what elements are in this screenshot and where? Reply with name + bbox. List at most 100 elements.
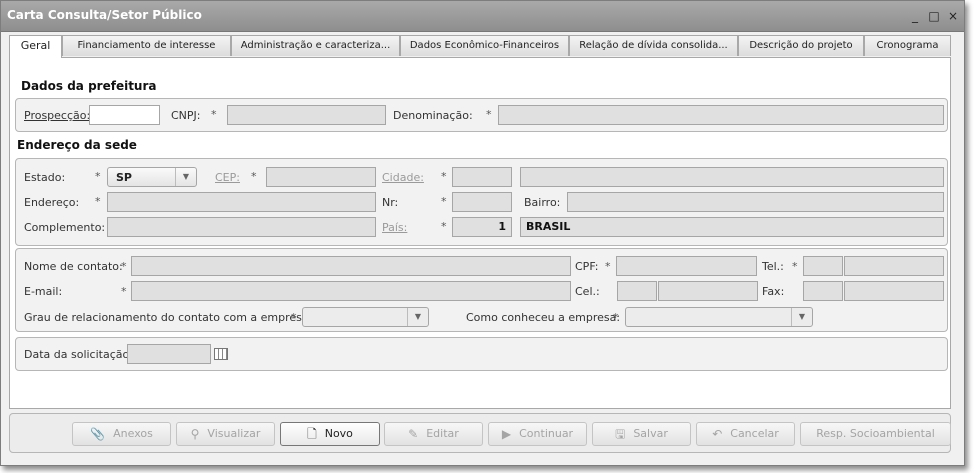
tel-label: Tel.: — [762, 260, 784, 273]
pais-label[interactable]: País: — [382, 221, 407, 234]
resp-socioambiental-button[interactable]: Resp. Socioambiental — [800, 422, 951, 446]
section-title-prefeitura: Dados da prefeitura — [21, 79, 157, 93]
continuar-label: Continuar — [519, 427, 574, 440]
bairro-label: Bairro: — [524, 196, 561, 209]
endereco-field[interactable] — [107, 192, 376, 212]
salvar-label: Salvar — [633, 427, 668, 440]
tab-descricao-projeto[interactable]: Descrição do projeto — [738, 35, 864, 56]
pais-required-mark: * — [441, 220, 447, 233]
pais-code-field[interactable]: 1 — [452, 217, 512, 237]
nome-contato-label: Nome de contato: — [24, 260, 123, 273]
anexos-label: Anexos — [113, 427, 153, 440]
data-solicitacao-label: Data da solicitação: — [24, 348, 133, 361]
tab-relacao-divida[interactable]: Relação de dívida consolida... — [569, 35, 738, 56]
tab-geral[interactable]: Geral — [9, 35, 62, 58]
window-title: Carta Consulta/Setor Público — [7, 8, 202, 22]
como-conheceu-select[interactable]: ▼ — [625, 307, 813, 327]
pais-name-field[interactable]: BRASIL — [520, 217, 944, 237]
cep-field[interactable] — [266, 167, 376, 187]
grau-relacionamento-select[interactable]: ▼ — [302, 307, 429, 327]
cel-label: Cel.: — [575, 285, 600, 298]
anexos-button[interactable]: 📎 Anexos — [72, 422, 171, 446]
contato-group: Nome de contato: * CPF: * Tel.: * E-mail… — [15, 248, 948, 332]
prospeccao-input[interactable] — [89, 105, 160, 125]
complemento-field[interactable] — [107, 217, 376, 237]
cel-number-field[interactable] — [658, 281, 758, 301]
pencil-icon: ✎ — [408, 427, 419, 441]
como-conheceu-required-mark: * — [613, 311, 619, 324]
fax-number-field[interactable] — [844, 281, 944, 301]
continuar-button[interactable]: ▶ Continuar — [488, 422, 587, 446]
resp-socioambiental-label: Resp. Socioambiental — [816, 427, 935, 440]
denominacao-required-mark: * — [486, 108, 492, 121]
denominacao-field[interactable] — [498, 105, 944, 125]
novo-button[interactable]: 🗋 Novo — [280, 422, 380, 446]
editar-label: Editar — [426, 427, 459, 440]
prospeccao-label[interactable]: Prospecção: — [24, 109, 90, 122]
calendar-icon[interactable] — [214, 348, 228, 360]
close-icon[interactable]: × — [946, 9, 960, 23]
endereco-required-mark: * — [95, 195, 101, 208]
solicitacao-group: Data da solicitação: — [15, 337, 948, 371]
carta-consulta-window: Carta Consulta/Setor Público _ □ × Geral… — [0, 0, 965, 466]
nome-contato-required-mark: * — [121, 260, 127, 273]
cep-label[interactable]: CEP: — [215, 171, 240, 184]
cnpj-required-mark: * — [211, 108, 217, 121]
tab-bar: Geral Financiamento de interesse Adminis… — [9, 35, 951, 58]
tab-administracao[interactable]: Administração e caracteriza... — [231, 35, 400, 56]
nr-required-mark: * — [441, 195, 447, 208]
grau-relacionamento-label: Grau de relacionamento do contato com a … — [24, 311, 313, 324]
minimize-icon[interactable]: _ — [908, 9, 922, 23]
cep-required-mark: * — [251, 170, 257, 183]
cidade-code-field[interactable] — [452, 167, 512, 187]
floppy-disk-icon: 🖫 — [615, 427, 626, 441]
tab-dados-economico[interactable]: Dados Econômico-Financeiros — [400, 35, 569, 56]
cnpj-field[interactable] — [227, 105, 386, 125]
bairro-field[interactable] — [567, 192, 944, 212]
salvar-button[interactable]: 🖫 Salvar — [592, 422, 691, 446]
estado-required-mark: * — [95, 170, 101, 183]
new-document-icon: 🗋 — [307, 427, 317, 441]
maximize-icon[interactable]: □ — [927, 9, 941, 23]
tab-cronograma[interactable]: Cronograma — [864, 35, 951, 56]
geral-panel: Dados da prefeitura Prospecção: CNPJ: * … — [9, 57, 951, 409]
tab-financiamento[interactable]: Financiamento de interesse — [62, 35, 231, 56]
cel-ddd-field[interactable] — [617, 281, 657, 301]
endereco-label: Endereço: — [24, 196, 80, 209]
denominacao-label: Denominação: — [393, 109, 473, 122]
cancelar-label: Cancelar — [730, 427, 779, 440]
cancelar-button[interactable]: ↶ Cancelar — [696, 422, 795, 446]
estado-select[interactable]: SP ▼ — [107, 167, 197, 187]
nr-label: Nr: — [382, 196, 399, 209]
complemento-label: Complemento: — [24, 221, 106, 234]
magnifier-icon: ⚲ — [190, 427, 200, 441]
visualizar-button[interactable]: ⚲ Visualizar — [176, 422, 275, 446]
action-bar: 📎 Anexos ⚲ Visualizar 🗋 Novo ✎ Editar ▶ Conti… — [9, 413, 951, 453]
nr-field[interactable] — [452, 192, 512, 212]
grau-required-mark: * — [291, 311, 297, 324]
tel-ddd-field[interactable] — [803, 256, 843, 276]
cidade-required-mark: * — [441, 170, 447, 183]
fax-ddd-field[interactable] — [803, 281, 843, 301]
chevron-down-icon: ▼ — [407, 308, 428, 326]
section-title-endereco: Endereço da sede — [17, 138, 137, 152]
cidade-name-field[interactable] — [520, 167, 944, 187]
email-required-mark: * — [121, 285, 127, 298]
cpf-required-mark: * — [605, 260, 611, 273]
email-field[interactable] — [131, 281, 571, 301]
tel-required-mark: * — [792, 260, 798, 273]
paperclip-icon: 📎 — [90, 427, 106, 441]
cidade-label[interactable]: Cidade: — [382, 171, 424, 184]
email-label: E-mail: — [24, 285, 63, 298]
nome-contato-field[interactable] — [131, 256, 571, 276]
tel-number-field[interactable] — [844, 256, 944, 276]
fax-label: Fax: — [762, 285, 785, 298]
estado-label: Estado: — [24, 171, 66, 184]
cpf-field[interactable] — [616, 256, 757, 276]
prefeitura-group: Prospecção: CNPJ: * Denominação: * — [15, 98, 948, 132]
endereco-group: Estado: * SP ▼ CEP: * Cidade: * Endereço… — [15, 158, 948, 246]
como-conheceu-label: Como conheceu a empresa: — [466, 311, 621, 324]
editar-button[interactable]: ✎ Editar — [384, 422, 483, 446]
data-solicitacao-field[interactable] — [127, 344, 211, 364]
estado-selected-value: SP — [116, 171, 132, 184]
